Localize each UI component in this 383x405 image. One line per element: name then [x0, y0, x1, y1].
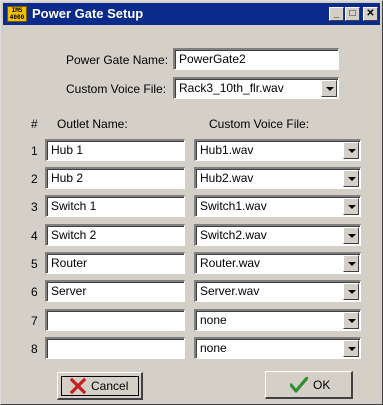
power-gate-name-field[interactable]: PowerGate2 — [173, 48, 339, 70]
column-header-number: # — [31, 117, 38, 131]
chevron-down-icon[interactable] — [343, 255, 359, 272]
outlet-name-field[interactable]: Hub 2 — [45, 167, 185, 189]
outlet-voice-value: Router.wav — [200, 256, 261, 270]
chevron-down-icon[interactable] — [343, 198, 359, 215]
outlet-voice-select[interactable]: Hub2.wav — [194, 167, 361, 189]
outlet-voice-value: Hub1.wav — [200, 143, 254, 157]
cancel-button[interactable]: Cancel — [57, 372, 143, 400]
outlet-name-field[interactable]: Switch 2 — [45, 224, 185, 246]
outlet-name-field[interactable] — [45, 309, 185, 331]
chevron-down-icon[interactable] — [343, 227, 359, 244]
power-gate-setup-window: IMS 4000 Power Gate Setup _ □ ✕ Power Ga… — [0, 0, 383, 405]
column-header-custom-voice-file: Custom Voice File: — [209, 117, 310, 131]
outlet-name-field[interactable] — [45, 337, 185, 359]
outlet-voice-value: Switch1.wav — [200, 199, 267, 213]
outlet-voice-value: Switch2.wav — [200, 228, 267, 242]
custom-voice-file-label: Custom Voice File: — [66, 82, 167, 96]
outlet-voice-value: none — [200, 313, 227, 327]
outlet-voice-select[interactable]: none — [194, 309, 361, 331]
chevron-down-icon[interactable] — [343, 340, 359, 357]
outlet-name-field[interactable]: Switch 1 — [45, 195, 185, 217]
row-number: 8 — [31, 342, 38, 356]
custom-voice-file-select[interactable]: Rack3_10th_flr.wav — [173, 77, 339, 99]
ok-button[interactable]: OK — [265, 371, 353, 399]
outlet-voice-value: Server.wav — [200, 284, 260, 298]
outlet-voice-value: Hub2.wav — [200, 171, 254, 185]
column-header-outlet-name: Outlet Name: — [57, 117, 128, 131]
outlet-name-field[interactable]: Server — [45, 280, 185, 302]
red-x-icon — [70, 378, 86, 394]
outlet-name-field[interactable]: Router — [45, 252, 185, 274]
minimize-button[interactable]: _ — [329, 7, 344, 21]
row-number: 4 — [31, 229, 38, 243]
app-icon: IMS 4000 — [7, 6, 27, 22]
chevron-down-icon[interactable] — [343, 142, 359, 159]
outlet-voice-select[interactable]: Switch1.wav — [194, 195, 361, 217]
power-gate-name-label: Power Gate Name: — [66, 53, 169, 67]
chevron-down-icon[interactable] — [343, 170, 359, 187]
outlet-voice-select[interactable]: Server.wav — [194, 280, 361, 302]
row-number: 6 — [31, 285, 38, 299]
row-number: 7 — [31, 314, 38, 328]
maximize-button[interactable]: □ — [345, 7, 360, 21]
title-bar[interactable]: IMS 4000 Power Gate Setup _ □ ✕ — [3, 3, 380, 25]
outlet-voice-select[interactable]: Hub1.wav — [194, 139, 361, 161]
chevron-down-icon[interactable] — [343, 283, 359, 300]
cancel-button-label: Cancel — [91, 379, 129, 393]
ok-button-label: OK — [313, 378, 331, 392]
chevron-down-icon[interactable] — [321, 80, 337, 97]
outlet-voice-select[interactable]: Switch2.wav — [194, 224, 361, 246]
chevron-down-icon[interactable] — [343, 312, 359, 329]
outlet-voice-select[interactable]: none — [194, 337, 361, 359]
row-number: 1 — [31, 144, 38, 158]
row-number: 3 — [31, 200, 38, 214]
row-number: 2 — [31, 172, 38, 186]
outlet-voice-select[interactable]: Router.wav — [194, 252, 361, 274]
close-button[interactable]: ✕ — [363, 7, 378, 21]
row-number: 5 — [31, 257, 38, 271]
window-title: Power Gate Setup — [32, 6, 144, 21]
outlet-voice-value: none — [200, 341, 227, 355]
outlet-name-field[interactable]: Hub 1 — [45, 139, 185, 161]
green-check-icon — [290, 377, 308, 393]
custom-voice-file-value: Rack3_10th_flr.wav — [179, 81, 284, 95]
